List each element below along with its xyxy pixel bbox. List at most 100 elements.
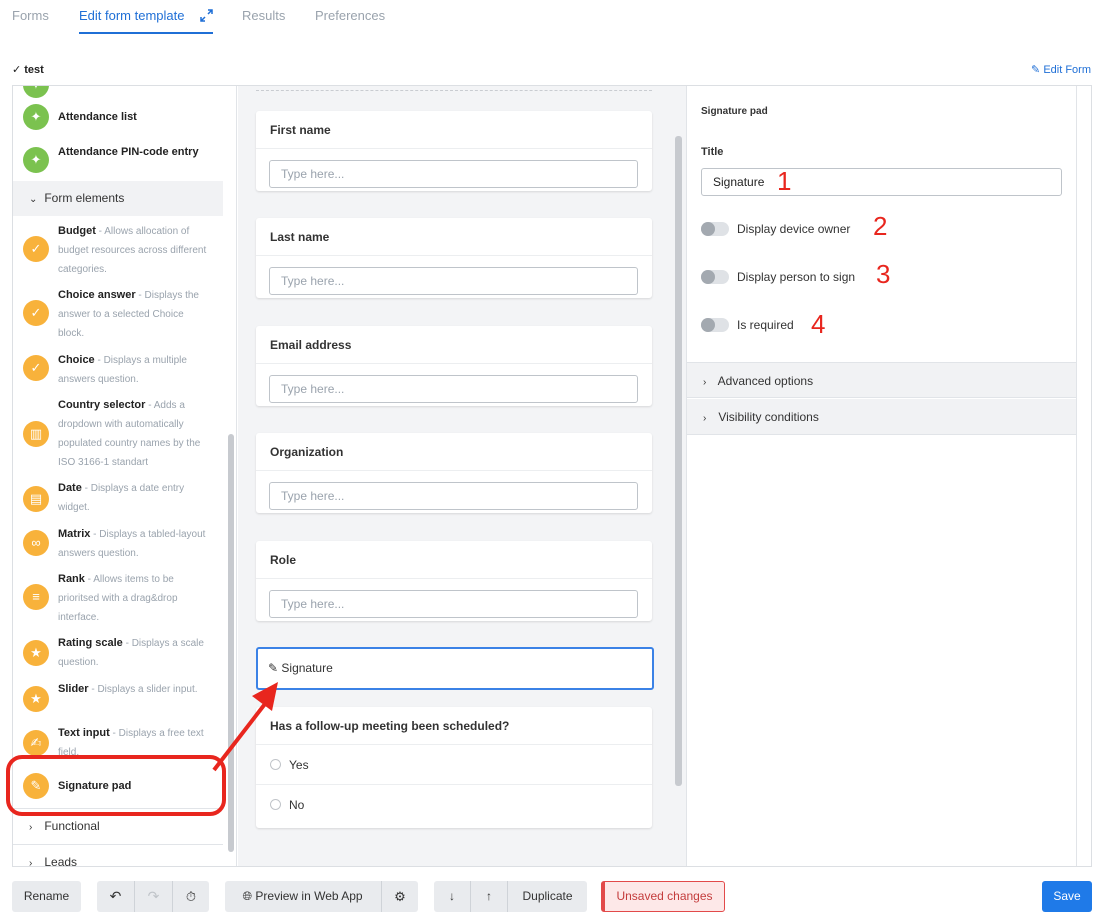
element-slider[interactable]: ★ Slider - Displays a slider input. <box>13 680 223 718</box>
element-choice[interactable]: ✓ Choice - Displays a multiple answers q… <box>13 351 223 389</box>
panel-edge <box>1076 86 1091 866</box>
chevron-right-icon: › <box>29 822 33 833</box>
toggle-switch[interactable] <box>701 222 729 236</box>
active-tab-indicator <box>79 32 213 34</box>
toggle-switch[interactable] <box>701 270 729 284</box>
element-country-selector[interactable]: ▥ Country selector - Adds a dropdown wit… <box>13 396 223 472</box>
tab-bar: Forms Edit form template Results Prefere… <box>0 0 1101 34</box>
history-button[interactable]: ⏱ <box>173 881 209 912</box>
element-title: Text input <box>58 727 110 739</box>
check-icon: ✓ <box>23 300 49 326</box>
save-button[interactable]: Save <box>1042 881 1092 912</box>
sidebar: ✦ ✦ Attendance list ✦ Attendance PIN-cod… <box>13 86 237 866</box>
question-title: Has a follow-up meeting been scheduled? <box>256 707 652 745</box>
radio-button[interactable] <box>270 799 281 810</box>
sidebar-item-attendance-pin[interactable]: ✦ Attendance PIN-code entry <box>13 143 223 179</box>
text-input[interactable]: Type here... <box>269 160 638 188</box>
pen-icon: ✎ <box>1031 64 1041 76</box>
calendar-icon: ▤ <box>23 486 49 512</box>
element-title: Date <box>58 482 82 494</box>
tab-preferences[interactable]: Preferences <box>315 8 385 23</box>
puzzle-icon: ✦ <box>23 147 49 173</box>
sidebar-scrollbar[interactable] <box>228 434 234 852</box>
title-input[interactable]: Signature <box>701 168 1062 196</box>
section-advanced-options[interactable]: › Advanced options <box>687 362 1076 398</box>
list-icon: ≡ <box>23 584 49 610</box>
field-title: Signature <box>281 661 333 675</box>
move-up-button[interactable]: ↑ <box>471 881 507 912</box>
infinity-icon: ∞ <box>23 530 49 556</box>
sidebar-item-partial[interactable]: ✦ <box>13 86 223 98</box>
arrow-down-icon: ↓ <box>449 889 455 903</box>
field-card-email[interactable]: Email address Type here... <box>256 326 652 406</box>
section-functional[interactable]: › Functional <box>13 808 223 843</box>
annotation-number: 3 <box>876 259 891 289</box>
field-card-signature[interactable]: ✎ Signature <box>256 647 654 690</box>
expand-icon[interactable] <box>200 9 213 22</box>
toggle-label: Display person to sign <box>737 270 856 284</box>
element-rating-scale[interactable]: ★ Rating scale - Displays a scale questi… <box>13 634 223 672</box>
tab-edit-form-template[interactable]: Edit form template <box>79 8 185 23</box>
check-icon: ✓ <box>23 355 49 381</box>
radio-option-yes[interactable]: Yes <box>256 745 652 785</box>
field-card-role[interactable]: Role Type here... <box>256 541 652 621</box>
preview-web-app-button[interactable]: 🌐︎ Preview in Web App <box>225 881 380 912</box>
chevron-right-icon: › <box>29 858 33 866</box>
annotation-number: 2 <box>873 211 888 241</box>
section-label: Visibility conditions <box>718 410 819 424</box>
section-leads[interactable]: › Leads <box>13 844 223 866</box>
editor-frame: ✦ ✦ Attendance list ✦ Attendance PIN-cod… <box>12 85 1092 867</box>
properties-panel: Signature pad Title Signature 1 Display … <box>686 86 1076 866</box>
toggle-switch[interactable] <box>701 318 729 332</box>
toggle-display-person-to-sign[interactable]: Display person to sign <box>701 270 855 284</box>
section-visibility-conditions[interactable]: › Visibility conditions <box>687 399 1076 435</box>
element-choice-answer[interactable]: ✓ Choice answer - Displays the answer to… <box>13 286 223 342</box>
field-card-last-name[interactable]: Last name Type here... <box>256 218 652 298</box>
element-title: Rank <box>58 573 85 585</box>
radio-button[interactable] <box>270 759 281 770</box>
radio-option-no[interactable]: No <box>256 785 652 825</box>
sidebar-item-title: Attendance PIN-code entry <box>58 146 199 158</box>
text-input[interactable]: Type here... <box>269 482 638 510</box>
arrow-up-icon: ↑ <box>486 889 492 903</box>
puzzle-icon: ✦ <box>23 104 49 130</box>
field-card-organization[interactable]: Organization Type here... <box>256 433 652 513</box>
text-input[interactable]: Type here... <box>269 267 638 295</box>
tab-results[interactable]: Results <box>242 8 285 23</box>
element-matrix[interactable]: ∞ Matrix - Displays a tabled-layout answ… <box>13 525 223 563</box>
sidebar-item-attendance-list[interactable]: ✦ Attendance list <box>13 104 223 132</box>
section-form-elements[interactable]: ⌄ Form elements <box>13 181 223 216</box>
toggle-display-device-owner[interactable]: Display device owner <box>701 222 850 236</box>
field-card-question[interactable]: Has a follow-up meeting been scheduled? … <box>256 707 652 828</box>
element-text-input[interactable]: ✍ Text input - Displays a free text fiel… <box>13 724 223 762</box>
toggle-is-required[interactable]: Is required <box>701 318 794 332</box>
element-budget[interactable]: ✓ Budget - Allows allocation of budget r… <box>13 222 223 278</box>
settings-button[interactable]: ⚙ <box>382 881 418 912</box>
field-card-first-name[interactable]: First name Type here... <box>256 111 652 191</box>
duplicate-button[interactable]: Duplicate <box>508 881 587 912</box>
canvas-scrollbar[interactable] <box>675 136 682 786</box>
text-input[interactable]: Type here... <box>269 375 638 403</box>
chevron-right-icon: › <box>703 413 707 424</box>
chevron-down-icon: ⌄ <box>29 194 38 205</box>
unsaved-changes-badge: Unsaved changes <box>601 881 725 912</box>
element-title: Country selector <box>58 399 146 411</box>
sidebar-item-title: Attendance list <box>58 111 137 123</box>
move-down-button[interactable]: ↓ <box>434 881 470 912</box>
toggle-label: Display device owner <box>737 222 851 236</box>
option-label: Yes <box>289 758 309 772</box>
form-canvas: First name Type here... Last name Type h… <box>238 86 688 866</box>
text-icon: ✍ <box>23 730 49 756</box>
text-input[interactable]: Type here... <box>269 590 638 618</box>
undo-button[interactable]: ↶ <box>97 881 134 912</box>
rename-button[interactable]: Rename <box>12 881 81 912</box>
drop-zone-divider <box>256 90 652 91</box>
edit-form-link[interactable]: ✎ Edit Form <box>1031 63 1091 76</box>
element-rank[interactable]: ≡ Rank - Allows items to be prioritsed w… <box>13 570 223 626</box>
element-signature-pad[interactable]: ✎ Signature pad <box>13 771 223 803</box>
tab-forms[interactable]: Forms <box>12 8 49 23</box>
element-title: Signature pad <box>58 780 132 792</box>
redo-button[interactable]: ↷ <box>135 881 172 912</box>
star-icon: ★ <box>23 686 49 712</box>
element-date[interactable]: ▤ Date - Displays a date entry widget. <box>13 479 223 517</box>
